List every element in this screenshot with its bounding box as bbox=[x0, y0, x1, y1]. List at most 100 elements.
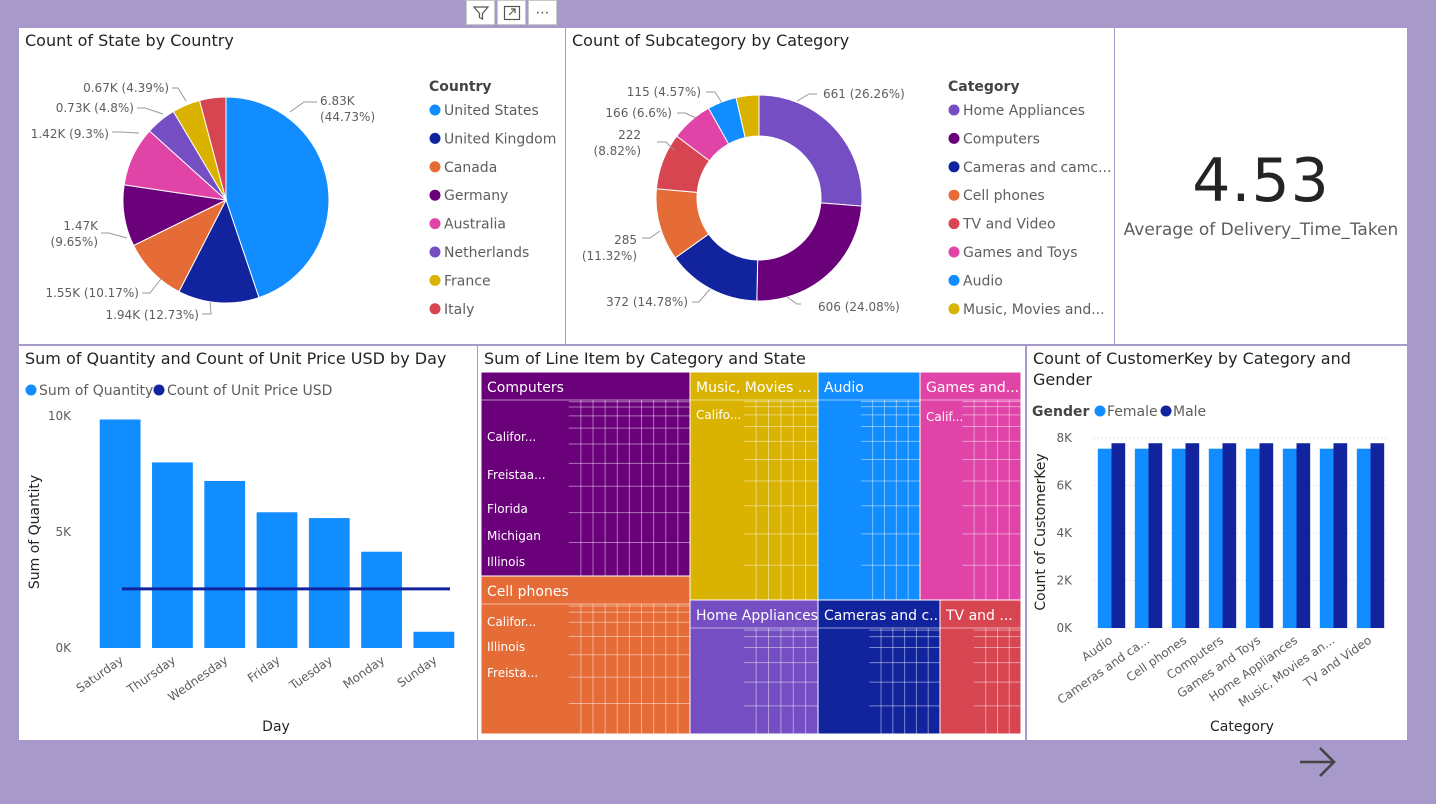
focus-mode-icon[interactable] bbox=[497, 0, 526, 25]
legend-marker bbox=[429, 303, 441, 315]
legend-marker bbox=[948, 246, 960, 258]
more-options-icon[interactable]: ⋯ bbox=[528, 0, 557, 25]
treemap-state-label: Michigan bbox=[487, 529, 541, 543]
y-tick-label: 5K bbox=[55, 525, 72, 539]
data-label-percent: (8.82%) bbox=[594, 144, 641, 158]
treemap-state-label: Freista... bbox=[487, 666, 538, 680]
column-male bbox=[1259, 443, 1274, 628]
legend-item: Germany bbox=[444, 188, 508, 204]
data-label-percent: (44.73%) bbox=[320, 110, 375, 124]
y-tick-label: 2K bbox=[1056, 574, 1073, 588]
data-label: 661 (26.26%) bbox=[823, 87, 905, 101]
x-tick-label: Sunday bbox=[395, 653, 440, 690]
x-axis-label: Category bbox=[1210, 719, 1274, 735]
y-tick-label: 0K bbox=[1056, 621, 1073, 635]
data-label-leader bbox=[786, 296, 801, 305]
data-label: 372 (14.78%) bbox=[606, 295, 688, 309]
data-label: 115 (4.57%) bbox=[627, 85, 701, 99]
data-label-leader bbox=[692, 288, 711, 303]
bar-sunday bbox=[413, 631, 455, 648]
more-options-glyph: ⋯ bbox=[535, 4, 550, 21]
legend-title: Category bbox=[948, 79, 1020, 95]
bar-thursday bbox=[152, 462, 193, 648]
legend-title: Gender bbox=[1032, 404, 1089, 420]
card-visual-delivery-time: 4.53 Average of Delivery_Time_Taken bbox=[1115, 28, 1407, 344]
treemap-group-label: Home Appliances bbox=[696, 608, 818, 624]
data-label-value: 1.47K bbox=[63, 219, 99, 233]
clustered-column-visual: Count of CustomerKey by Category and Gen… bbox=[1027, 346, 1407, 740]
legend-marker bbox=[25, 384, 37, 396]
bar-friday bbox=[256, 512, 298, 648]
legend-item: Canada bbox=[444, 160, 497, 176]
column-male bbox=[1185, 443, 1200, 628]
treemap-state-label: Illinois bbox=[487, 640, 525, 654]
data-label-value: 6.83K bbox=[320, 94, 356, 108]
legend-item: Computers bbox=[963, 131, 1040, 147]
legend-item: United Kingdom bbox=[444, 131, 556, 147]
data-label: 166 (6.6%) bbox=[605, 106, 672, 120]
data-label: 0.73K (4.8%) bbox=[56, 101, 134, 115]
x-tick-label: Friday bbox=[245, 653, 283, 685]
data-label-value: 285 bbox=[614, 233, 637, 247]
legend-item: Count of Unit Price USD bbox=[167, 383, 332, 399]
y-tick-label: 8K bbox=[1056, 431, 1073, 445]
legend-item: France bbox=[444, 273, 491, 289]
legend-marker bbox=[948, 218, 960, 230]
legend-marker bbox=[948, 104, 960, 116]
treemap-group-label: TV and ... bbox=[945, 608, 1013, 624]
treemap-state-label: Illinois bbox=[487, 555, 525, 569]
pie-visual-country: Count of State by Country 6.83K (44.73%) 1… bbox=[19, 28, 565, 344]
legend-marker bbox=[429, 161, 441, 173]
legend-marker bbox=[429, 274, 441, 286]
treemap-state-label: Calif... bbox=[926, 410, 963, 424]
filter-icon[interactable] bbox=[466, 0, 495, 25]
data-label: 0.67K (4.39%) bbox=[83, 81, 169, 95]
column-male bbox=[1111, 443, 1126, 628]
legend-marker bbox=[948, 132, 960, 144]
treemap-group-label: Cell phones bbox=[487, 584, 569, 600]
visual-title: Sum of Quantity and Count of Unit Price … bbox=[25, 349, 447, 368]
legend-marker bbox=[429, 104, 441, 116]
legend-marker bbox=[429, 246, 441, 258]
data-label-leader bbox=[202, 301, 212, 315]
treemap-state-label: Florida bbox=[487, 502, 528, 516]
legend-item: United States bbox=[444, 103, 539, 119]
legend-item: Games and Toys bbox=[963, 245, 1078, 261]
treemap-group-label: Music, Movies ... bbox=[696, 380, 811, 396]
legend-item: Sum of Quantity bbox=[39, 383, 153, 399]
legend-item: Australia bbox=[444, 217, 506, 233]
visual-title: Count of Subcategory by Category bbox=[572, 31, 850, 50]
data-label-leader bbox=[642, 230, 661, 239]
x-axis-label: Day bbox=[262, 719, 290, 735]
data-label-leader bbox=[289, 101, 317, 113]
visual-title-line1: Count of CustomerKey by Category and bbox=[1033, 349, 1351, 368]
legend-marker bbox=[429, 218, 441, 230]
data-label-percent: (11.32%) bbox=[582, 249, 637, 263]
legend-marker bbox=[1094, 405, 1106, 417]
legend-marker bbox=[153, 384, 165, 396]
column-female bbox=[1208, 448, 1223, 628]
bar-wednesday bbox=[204, 480, 246, 648]
legend-marker bbox=[948, 274, 960, 286]
legend-item: TV and Video bbox=[962, 217, 1056, 233]
column-female bbox=[1134, 448, 1149, 628]
treemap-visual: Sum of Line Item by Category and State C… bbox=[478, 346, 1025, 740]
y-axis-label: Count of CustomerKey bbox=[1033, 453, 1049, 610]
treemap-state-label: Califo... bbox=[696, 408, 741, 422]
column-female bbox=[1319, 448, 1334, 628]
pie-chart-country: 6.83K (44.73%) 1.94K (12.73%) 1.55K (10.17%… bbox=[31, 79, 557, 322]
column-female bbox=[1171, 448, 1186, 628]
visual-title-line2: Gender bbox=[1033, 370, 1092, 389]
column-female bbox=[1245, 448, 1260, 628]
x-tick-label: Tuesday bbox=[286, 653, 335, 693]
bar-monday bbox=[361, 551, 402, 648]
visual-title: Sum of Line Item by Category and State bbox=[484, 349, 806, 368]
arrow-right-icon[interactable] bbox=[1296, 742, 1340, 782]
y-tick-label: 6K bbox=[1056, 479, 1073, 493]
data-label-value: 222 bbox=[618, 128, 641, 142]
treemap-group-label: Games and... bbox=[926, 380, 1019, 396]
legend-marker bbox=[429, 189, 441, 201]
x-tick-label: Monday bbox=[340, 653, 387, 692]
donut-chart-category: 661 (26.26%) 606 (24.08%) 372 (14.78%) 285 (… bbox=[582, 79, 1112, 318]
visual-header-toolbar: ⋯ bbox=[466, 0, 557, 26]
